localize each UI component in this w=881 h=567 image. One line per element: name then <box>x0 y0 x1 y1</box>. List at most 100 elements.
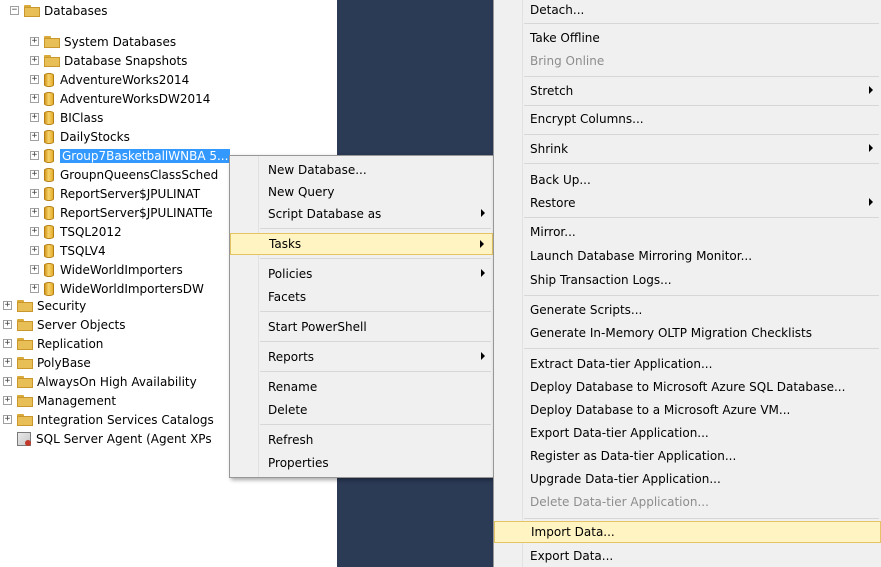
tree-node-label: TSQLV4 <box>60 243 106 258</box>
tree-node-server-objects[interactable]: + Server Objects <box>3 315 126 334</box>
menu-item-delete[interactable]: Delete <box>230 399 493 421</box>
expand-icon[interactable]: + <box>3 339 12 348</box>
menu-item-restore[interactable]: Restore <box>494 192 881 214</box>
tree-node-database-selected[interactable]: + Group7BasketballWNBA 5... <box>30 146 231 165</box>
submenu-arrow-icon <box>869 86 873 94</box>
menu-item-register-data-tier[interactable]: Register as Data-tier Application... <box>494 445 881 467</box>
tree-node-database-snapshots[interactable]: + Database Snapshots <box>30 51 187 70</box>
tree-node-database[interactable]: + ReportServer$JPULINAT <box>30 184 200 203</box>
menu-separator <box>260 311 491 312</box>
menu-item-bring-online[interactable]: Bring Online <box>494 50 881 72</box>
expand-icon[interactable]: + <box>30 37 39 46</box>
tree-node-database[interactable]: + AdventureWorks2014 <box>30 70 189 89</box>
tree-node-label: TSQL2012 <box>60 224 122 239</box>
menu-item-reports[interactable]: Reports <box>230 346 493 368</box>
menu-item-detach[interactable]: Detach... <box>494 0 881 21</box>
sql-agent-icon <box>17 431 31 446</box>
tree-node-database[interactable]: + GroupnQueensClassSched <box>30 165 218 184</box>
menu-item-properties[interactable]: Properties <box>230 452 493 474</box>
expand-icon[interactable]: + <box>3 301 12 310</box>
menu-item-deploy-azure-sql[interactable]: Deploy Database to Microsoft Azure SQL D… <box>494 376 881 398</box>
tree-node-label: Replication <box>37 336 104 351</box>
tree-node-replication[interactable]: + Replication <box>3 334 103 353</box>
folder-icon <box>17 413 33 426</box>
expand-icon[interactable]: + <box>30 208 39 217</box>
menu-item-back-up[interactable]: Back Up... <box>494 169 881 191</box>
menu-item-deploy-azure-vm[interactable]: Deploy Database to a Microsoft Azure VM.… <box>494 399 881 421</box>
menu-item-generate-scripts[interactable]: Generate Scripts... <box>494 299 881 321</box>
expand-icon[interactable]: + <box>30 113 39 122</box>
menu-item-ship-transaction-logs[interactable]: Ship Transaction Logs... <box>494 269 881 291</box>
menu-item-label: Properties <box>268 456 329 470</box>
expand-icon[interactable]: + <box>3 415 12 424</box>
tree-node-database[interactable]: + DailyStocks <box>30 127 130 146</box>
tree-node-database[interactable]: + BIClass <box>30 108 103 127</box>
menu-item-generate-oltp-checklists[interactable]: Generate In-Memory OLTP Migration Checkl… <box>494 322 881 344</box>
expand-icon[interactable]: + <box>3 358 12 367</box>
tree-node-sql-server-agent[interactable]: SQL Server Agent (Agent XPs <box>17 429 212 448</box>
menu-item-tasks[interactable]: Tasks <box>230 233 493 255</box>
menu-item-shrink[interactable]: Shrink <box>494 138 881 160</box>
expand-icon[interactable]: + <box>30 151 39 160</box>
menu-item-label: Shrink <box>530 142 569 156</box>
menu-item-refresh[interactable]: Refresh <box>230 429 493 451</box>
tree-node-database[interactable]: + AdventureWorksDW2014 <box>30 89 210 108</box>
tree-node-database[interactable]: + TSQLV4 <box>30 241 106 260</box>
tree-node-polybase[interactable]: + PolyBase <box>3 353 91 372</box>
menu-item-export-data-tier[interactable]: Export Data-tier Application... <box>494 422 881 444</box>
database-icon <box>44 243 54 258</box>
tree-node-database[interactable]: + ReportServer$JPULINATTe <box>30 203 213 222</box>
menu-item-stretch[interactable]: Stretch <box>494 80 881 102</box>
menu-item-rename[interactable]: Rename <box>230 376 493 398</box>
tree-node-management[interactable]: + Management <box>3 391 116 410</box>
menu-separator <box>260 371 491 372</box>
menu-item-new-database[interactable]: New Database... <box>230 159 493 181</box>
menu-item-label: Delete <box>268 403 308 417</box>
menu-item-new-query[interactable]: New Query <box>230 181 493 203</box>
expand-icon[interactable]: + <box>30 284 39 293</box>
expand-icon[interactable]: + <box>3 377 12 386</box>
expand-icon[interactable]: + <box>30 246 39 255</box>
menu-item-label: Import Data... <box>531 525 615 539</box>
expand-icon[interactable]: + <box>30 227 39 236</box>
database-icon <box>44 72 54 87</box>
menu-item-label: Ship Transaction Logs... <box>530 273 672 287</box>
menu-item-export-data[interactable]: Export Data... <box>494 545 881 567</box>
expand-icon[interactable]: + <box>30 75 39 84</box>
menu-item-start-powershell[interactable]: Start PowerShell <box>230 316 493 338</box>
expand-icon[interactable]: + <box>30 132 39 141</box>
menu-item-delete-data-tier[interactable]: Delete Data-tier Application... <box>494 491 881 513</box>
menu-item-policies[interactable]: Policies <box>230 263 493 285</box>
tree-node-databases[interactable]: − Databases <box>10 1 108 20</box>
tree-node-database[interactable]: + TSQL2012 <box>30 222 122 241</box>
folder-icon <box>17 299 33 312</box>
menu-item-label: Extract Data-tier Application... <box>530 357 713 371</box>
menu-item-import-data[interactable]: Import Data... <box>494 521 881 543</box>
tree-node-alwayson[interactable]: + AlwaysOn High Availability <box>3 372 197 391</box>
tree-node-label: DailyStocks <box>60 129 130 144</box>
menu-item-facets[interactable]: Facets <box>230 286 493 308</box>
expand-icon[interactable]: + <box>30 56 39 65</box>
expand-icon[interactable]: + <box>30 189 39 198</box>
menu-item-take-offline[interactable]: Take Offline <box>494 27 881 49</box>
menu-item-label: Export Data-tier Application... <box>530 426 709 440</box>
tree-node-database[interactable]: + WideWorldImporters <box>30 260 183 279</box>
expand-icon[interactable]: + <box>30 265 39 274</box>
collapse-icon[interactable]: − <box>10 6 19 15</box>
menu-item-script-database-as[interactable]: Script Database as <box>230 203 493 225</box>
database-icon <box>44 224 54 239</box>
tree-node-system-databases[interactable]: + System Databases <box>30 32 176 51</box>
tree-node-security[interactable]: + Security <box>3 296 86 315</box>
menu-item-encrypt-columns[interactable]: Encrypt Columns... <box>494 108 881 130</box>
tree-node-integration-services[interactable]: + Integration Services Catalogs <box>3 410 214 429</box>
menu-item-mirror[interactable]: Mirror... <box>494 221 881 243</box>
expand-icon[interactable]: + <box>30 94 39 103</box>
expand-icon[interactable]: + <box>3 320 12 329</box>
menu-item-upgrade-data-tier[interactable]: Upgrade Data-tier Application... <box>494 468 881 490</box>
expand-icon[interactable]: + <box>30 170 39 179</box>
menu-item-label: Deploy Database to a Microsoft Azure VM.… <box>530 403 791 417</box>
menu-item-extract-data-tier[interactable]: Extract Data-tier Application... <box>494 353 881 375</box>
menu-separator <box>524 76 879 77</box>
menu-item-launch-mirroring-monitor[interactable]: Launch Database Mirroring Monitor... <box>494 245 881 267</box>
expand-icon[interactable]: + <box>3 396 12 405</box>
